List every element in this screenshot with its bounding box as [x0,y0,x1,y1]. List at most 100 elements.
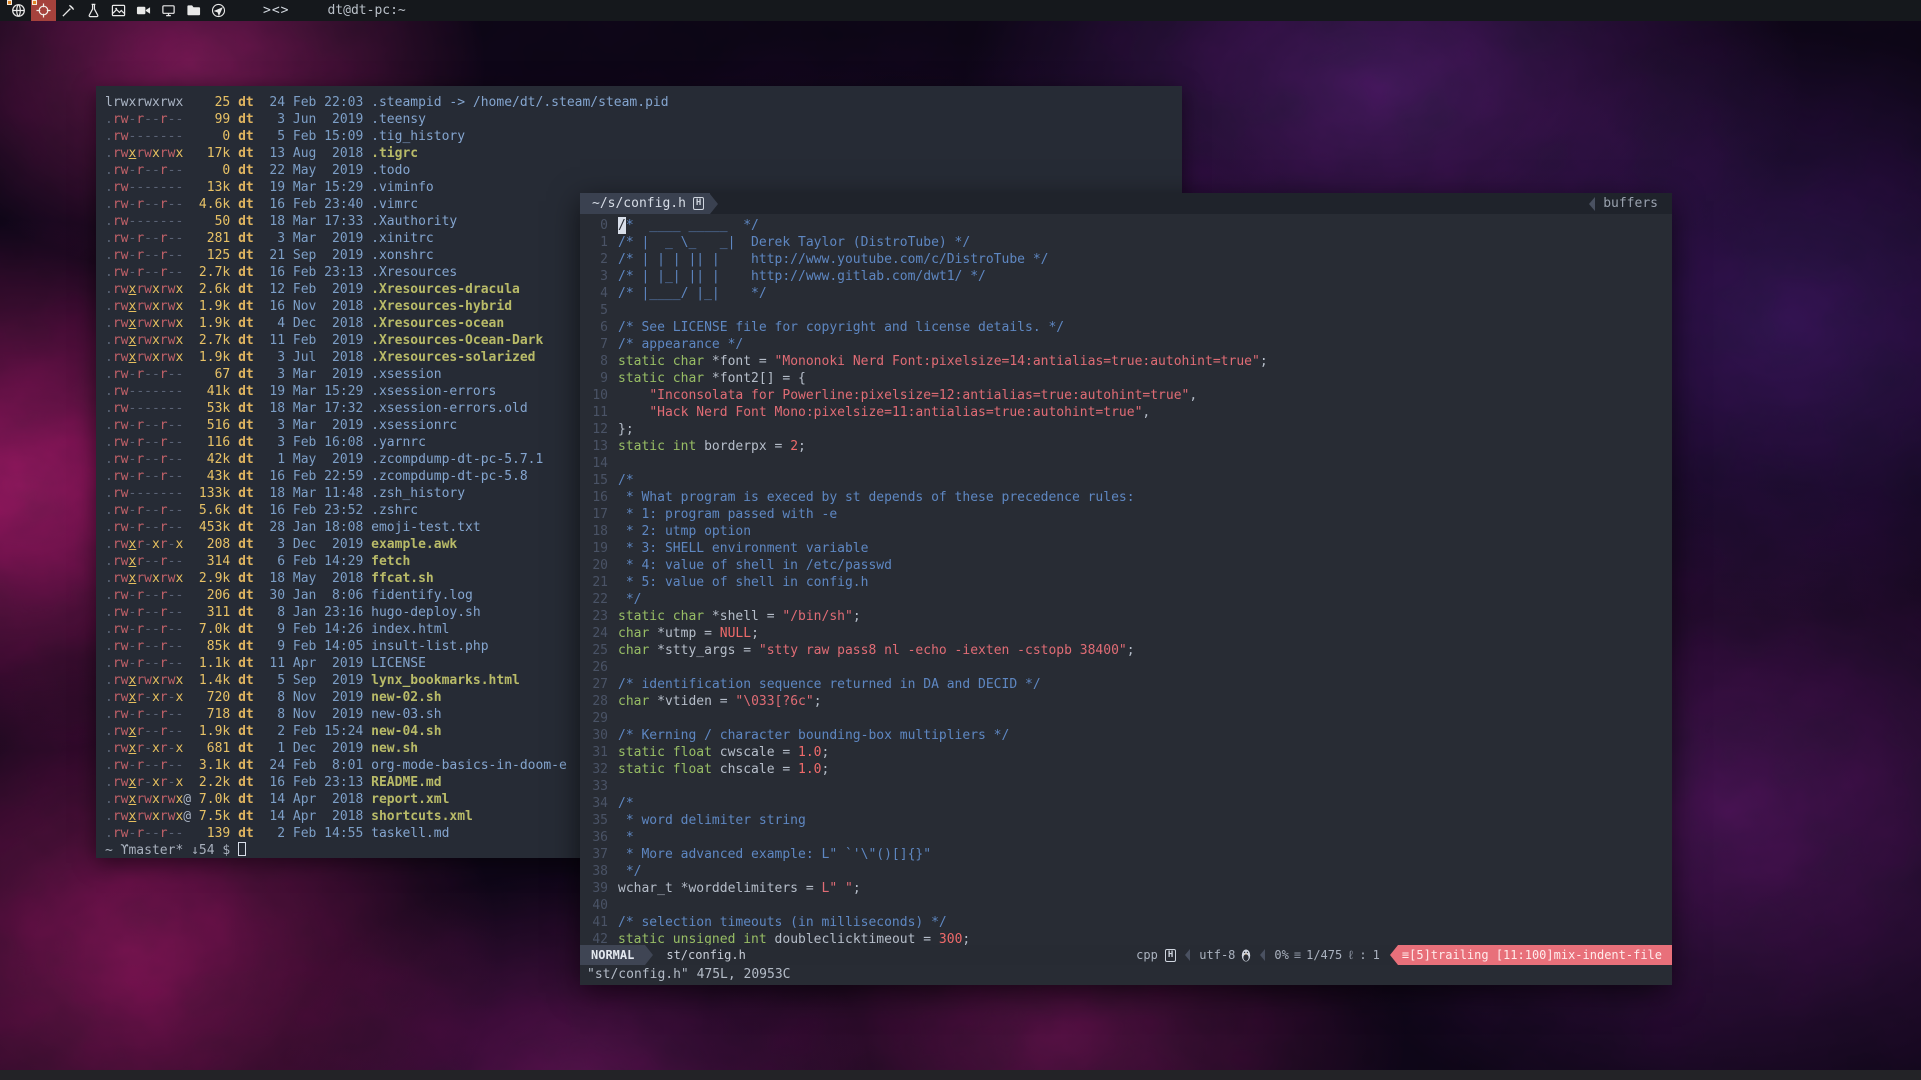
file-row: .rw-r--r-- 99 dt 3 Jun 2019 .teensy [105,111,1182,128]
line-number: 19 [580,540,608,557]
header-file-icon: H [693,197,704,210]
statusline: NORMAL st/config.h cpp H utf-8 0% ≡ 1/47… [580,945,1672,965]
chevron-left-icon [1589,197,1595,211]
code-line: 10 "Inconsolata for Powerline:pixelsize=… [580,387,1672,404]
line-number: 42 [580,931,608,945]
code-line: 30/* Kerning / character bounding-box mu… [580,727,1672,744]
code-line: 7/* appearance */ [580,336,1672,353]
crosshair-icon[interactable] [31,0,56,21]
code-line: 27/* identification sequence returned in… [580,676,1672,693]
code-line: 5 [580,302,1672,319]
focused-window-title: dt@dt-pc:~ [327,3,405,18]
notification-badge [7,0,12,5]
code-line: 29 [580,710,1672,727]
header-file-icon: H [1165,949,1176,962]
code-line: 19 * 3: SHELL environment variable [580,540,1672,557]
notification-badge [32,0,37,5]
line-number: 2 [580,251,608,268]
code-line: 1/* | _ \_ _| Derek Taylor (DistroTube) … [580,234,1672,251]
line-number: 16 [580,489,608,506]
line-number: 3 [580,268,608,285]
mode-indicator: NORMAL [580,945,645,965]
send-icon[interactable] [206,0,231,21]
code-line: 18 * 2: utmp option [580,523,1672,540]
file-row: .rw-r--r-- 0 dt 22 May 2019 .todo [105,162,1182,179]
top-bar: ><> dt@dt-pc:~ [0,0,1921,21]
code-line: 3/* | |_| || | http://www.gitlab.com/dwt… [580,268,1672,285]
file-row: .rwxrwxrwx 17k dt 13 Aug 2018 .tigrc [105,145,1182,162]
menu-icon: ≡ [1402,947,1409,964]
flask-icon[interactable] [81,0,106,21]
camera-icon[interactable] [131,0,156,21]
line-number: 17 [580,506,608,523]
line-number: 28 [580,693,608,710]
globe-icon[interactable] [6,0,31,21]
code-line: 20 * 4: value of shell in /etc/passwd [580,557,1672,574]
code-line: 26 [580,659,1672,676]
code-line: 16 * What program is execed by st depend… [580,489,1672,506]
line-position: 1/475 [1306,947,1342,964]
code-line: 23static char *shell = "/bin/sh"; [580,608,1672,625]
statusline-filename: st/config.h [653,947,758,964]
file-manager-icon[interactable] [181,0,206,21]
terminal-cursor [238,842,246,856]
tab-file-path: ~/s/config.h [592,195,686,212]
line-number: 12 [580,421,608,438]
editor-cursor: / [618,217,626,234]
line-number: 30 [580,727,608,744]
line-number: 7 [580,336,608,353]
system-tray [6,0,231,21]
line-number: 15 [580,472,608,489]
powerline-arrow-icon [710,194,718,214]
code-line: 22 */ [580,591,1672,608]
code-line: 25char *stty_args = "stty raw pass8 nl -… [580,642,1672,659]
line-number: 29 [580,710,608,727]
line-number: 18 [580,523,608,540]
line-number: 38 [580,863,608,880]
powerline-arrow-icon [1390,945,1398,965]
scroll-percent: 0% [1274,947,1288,964]
line-number: 20 [580,557,608,574]
line-number: 27 [580,676,608,693]
line-number: 11 [580,404,608,421]
tab-config-h[interactable]: ~/s/config.h H [580,193,710,214]
eyedropper-icon[interactable] [56,0,81,21]
code-line: 4/* |____/ |_| */ [580,285,1672,302]
line-number: 32 [580,761,608,778]
display-icon[interactable] [156,0,181,21]
code-line: 9static char *font2[] = { [580,370,1672,387]
column-number: 1 [1373,947,1380,964]
line-number: 4 [580,285,608,302]
line-number: 34 [580,795,608,812]
code-area[interactable]: 0/* ____ _____ */1/* | _ \_ _| Derek Tay… [580,214,1672,945]
line-number: 33 [580,778,608,795]
dwm-fish-logo: ><> [263,3,289,18]
editor-window[interactable]: ~/s/config.h H buffers 0/* ____ _____ */… [580,193,1672,985]
desktop: ><> dt@dt-pc:~ lrwxrwxrwx 25 dt 24 Feb 2… [0,0,1921,1080]
line-number: 23 [580,608,608,625]
code-line: 14 [580,455,1672,472]
code-line: 11 "Hack Nerd Font Mono:pixelsize=11:ant… [580,404,1672,421]
code-line: 15/* [580,472,1672,489]
buffers-button[interactable]: buffers [1603,195,1658,212]
code-line: 38 */ [580,863,1672,880]
code-line: 41/* selection timeouts (in milliseconds… [580,914,1672,931]
line-number: 13 [580,438,608,455]
line-number: 24 [580,625,608,642]
line-number: 40 [580,897,608,914]
code-line: 42static unsigned int doubleclicktimeout… [580,931,1672,945]
code-line: 2/* | | | || | http://www.youtube.com/c/… [580,251,1672,268]
image-viewer-icon[interactable] [106,0,131,21]
bottom-bar [0,1070,1921,1080]
line-number: 36 [580,829,608,846]
line-number: 8 [580,353,608,370]
encoding-indicator: utf-8 [1199,947,1235,964]
code-line: 6/* See LICENSE file for copyright and l… [580,319,1672,336]
file-row: .rw------- 0 dt 5 Feb 15:09 .tig_history [105,128,1182,145]
lint-warnings: ≡[5]trailing [11:100]mix-indent-file [1398,945,1672,965]
code-line: 39wchar_t *worddelimiters = L" "; [580,880,1672,897]
line-number: 21 [580,574,608,591]
line-number: 39 [580,880,608,897]
code-line: 12}; [580,421,1672,438]
tabline: ~/s/config.h H buffers [580,193,1672,214]
